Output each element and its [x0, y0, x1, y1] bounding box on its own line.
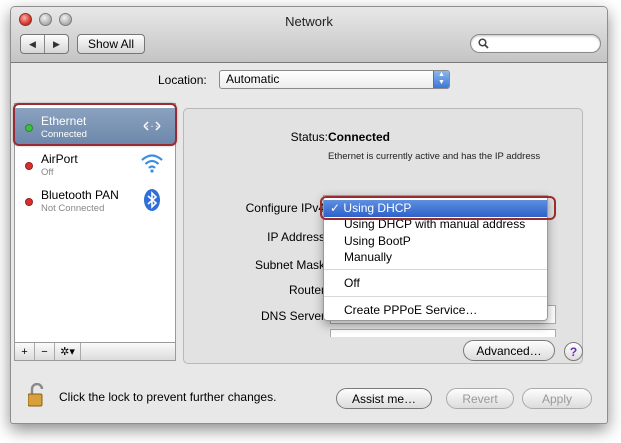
remove-service-button[interactable]: −: [35, 343, 55, 360]
search-domains-field[interactable]: [330, 329, 556, 337]
location-label: Location:: [158, 73, 207, 87]
router-label: Router: [288, 283, 325, 297]
dhcp-highlight-ring: [320, 196, 556, 220]
location-popup[interactable]: Automatic ▲ ▼: [219, 70, 450, 89]
titlebar: Network ◀ ▶ Show All: [11, 7, 607, 63]
menu-item-manually[interactable]: Manually: [324, 249, 547, 266]
service-list-toolbar: + − ✲▾: [14, 342, 176, 361]
status-description: Ethernet is currently active and has the…: [328, 151, 541, 162]
status-value: Connected: [328, 130, 391, 144]
help-button[interactable]: ?: [564, 342, 583, 361]
status-label: Status:: [290, 130, 328, 144]
forward-arrow-icon[interactable]: ▶: [45, 35, 68, 53]
back-forward-control: ◀ ▶: [20, 34, 69, 54]
subnet-mask-label: Subnet Mask: [254, 258, 325, 272]
service-status: Off: [41, 167, 54, 178]
back-arrow-icon[interactable]: ◀: [21, 35, 45, 53]
window-title: Network: [285, 14, 333, 29]
status-dot-icon: [25, 162, 33, 170]
popup-arrows-icon: ▲ ▼: [433, 71, 449, 88]
advanced-button[interactable]: Advanced…: [463, 340, 555, 361]
assist-me-button[interactable]: Assist me…: [336, 388, 432, 409]
dns-server-label: DNS Server: [260, 309, 325, 323]
service-name: AirPort: [41, 152, 78, 166]
menu-separator: [324, 296, 547, 297]
add-service-button[interactable]: +: [15, 343, 35, 360]
revert-button[interactable]: Revert: [446, 388, 514, 409]
location-value: Automatic: [226, 72, 280, 86]
status-dot-icon: [25, 198, 33, 206]
ip-address-label: IP Address: [267, 230, 325, 244]
lock-text: Click the lock to prevent further change…: [59, 390, 277, 404]
search-icon: [478, 38, 489, 49]
menu-item-bootp[interactable]: Using BootP: [324, 233, 547, 250]
show-all-button[interactable]: Show All: [77, 34, 145, 54]
wifi-icon: [141, 154, 163, 173]
lock-icon[interactable]: [28, 383, 46, 407]
gear-menu-icon[interactable]: ✲▾: [55, 343, 81, 360]
service-status: Not Connected: [41, 203, 105, 214]
menu-item-create-pppoe[interactable]: Create PPPoE Service…: [324, 302, 547, 319]
service-name: Bluetooth PAN: [41, 188, 119, 202]
menu-separator: [324, 269, 547, 270]
search-field[interactable]: [470, 34, 601, 53]
service-item-airport[interactable]: AirPort Off: [15, 148, 175, 184]
apply-button[interactable]: Apply: [522, 388, 592, 409]
bluetooth-icon: [144, 189, 160, 211]
configure-ipv4-label: Configure IPv4: [245, 201, 325, 215]
ethernet-highlight-ring: [13, 103, 177, 146]
menu-item-off[interactable]: Off: [324, 275, 547, 292]
service-item-bluetooth-pan[interactable]: Bluetooth PAN Not Connected: [15, 184, 175, 220]
